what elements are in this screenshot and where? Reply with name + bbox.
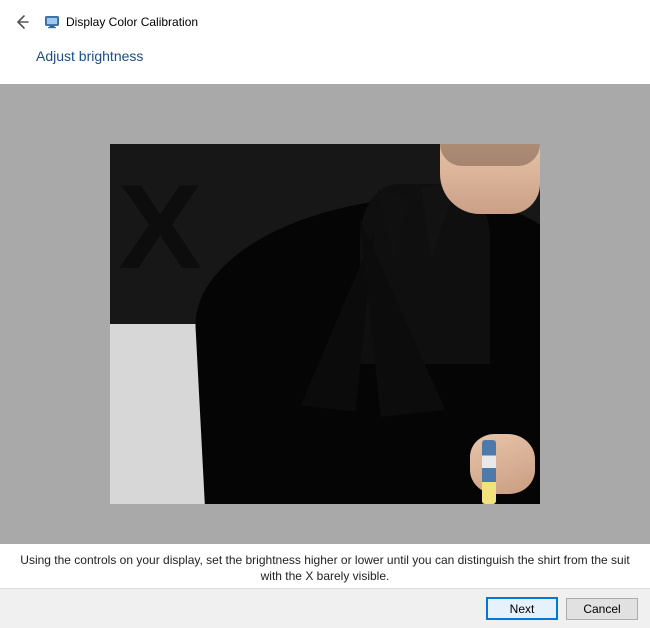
- button-bar: Next Cancel: [0, 588, 650, 628]
- page-heading-area: Adjust brightness: [0, 44, 650, 84]
- window-title: Display Color Calibration: [66, 15, 198, 29]
- title-bar: Display Color Calibration: [0, 0, 650, 44]
- display-calibration-icon: [44, 14, 60, 30]
- content-area: X: [0, 84, 650, 544]
- cancel-button[interactable]: Cancel: [566, 598, 638, 620]
- back-button[interactable]: [10, 10, 34, 34]
- instruction-text: Using the controls on your display, set …: [0, 548, 650, 584]
- back-arrow-icon: [14, 14, 30, 30]
- sample-x-glyph: X: [118, 158, 198, 296]
- next-button[interactable]: Next: [486, 597, 558, 620]
- brightness-sample-image: X: [110, 144, 540, 504]
- page-heading: Adjust brightness: [36, 48, 614, 64]
